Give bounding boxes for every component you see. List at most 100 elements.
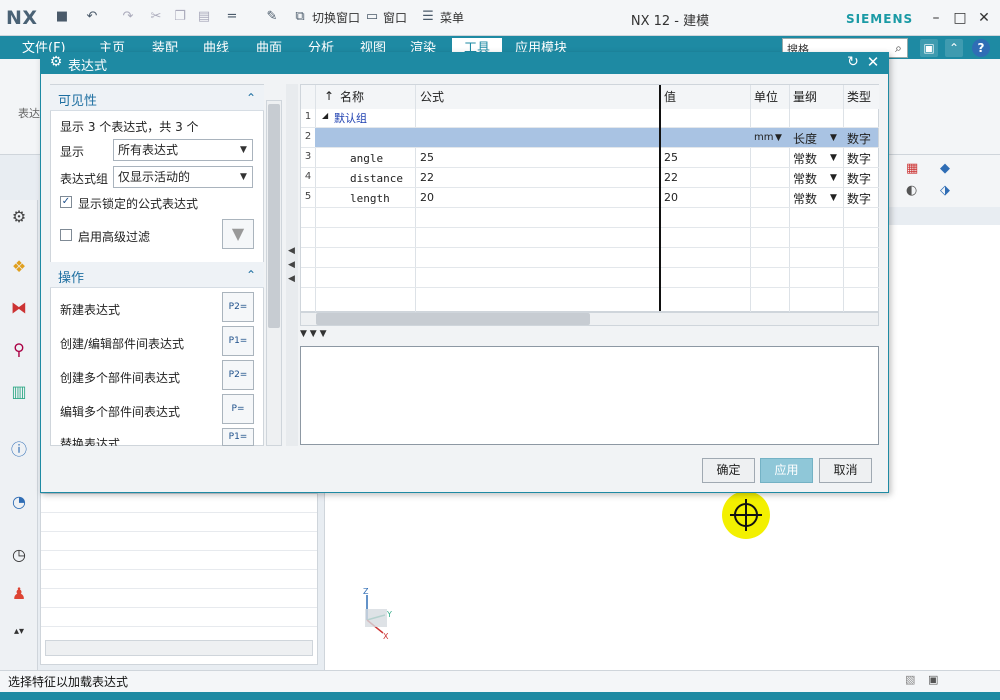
- command-finder-icon[interactable]: ✎: [264, 9, 280, 25]
- sort-arrow-icon[interactable]: ↑: [324, 89, 334, 103]
- action-create-multiple[interactable]: 创建多个部件间表达式: [60, 369, 180, 386]
- chevron-down-icon[interactable]: ▼: [830, 193, 837, 203]
- new-expression-icon[interactable]: P2=: [222, 292, 254, 322]
- list-item[interactable]: [41, 570, 317, 589]
- formula-toolbar-chevrons-icon[interactable]: ▼ ▼ ▼: [300, 329, 350, 343]
- redo-icon[interactable]: ↷: [120, 9, 136, 25]
- action-replace[interactable]: 替换表达式: [60, 435, 120, 446]
- sidebar-scroll-arrows[interactable]: ▴▾: [7, 620, 31, 644]
- expression-name[interactable]: distance: [350, 172, 403, 185]
- expand-caret-icon[interactable]: ◢: [322, 111, 328, 120]
- table-scroll-thumb[interactable]: [316, 313, 590, 325]
- render-style-icon[interactable]: ◐: [906, 183, 917, 198]
- list-item[interactable]: [41, 608, 317, 627]
- action-edit-interpart[interactable]: 创建/编辑部件间表达式: [60, 335, 184, 352]
- dialog-title-bar[interactable]: [40, 52, 889, 74]
- column-header-name[interactable]: 名称: [340, 85, 364, 109]
- show-select[interactable]: 所有表达式 ▼: [113, 139, 253, 161]
- ok-button[interactable]: 确定: [702, 458, 755, 483]
- assembly-navigator-icon[interactable]: ❖: [7, 255, 31, 279]
- group-name[interactable]: 默认组: [334, 110, 367, 126]
- close-icon[interactable]: ✕: [865, 54, 881, 70]
- undo-icon[interactable]: ↶: [84, 9, 100, 25]
- chevron-down-icon[interactable]: ▼: [830, 133, 837, 143]
- advanced-filter-checkbox[interactable]: [60, 229, 72, 241]
- visibility-section-header[interactable]: 可见性 ⌃: [50, 85, 264, 111]
- collapse-left-icon[interactable]: ◀: [288, 246, 295, 256]
- settings-icon[interactable]: ⚙: [7, 205, 31, 229]
- cube-icon[interactable]: ◆: [940, 161, 950, 176]
- reuse-library-icon[interactable]: ▥: [7, 380, 31, 404]
- navigator-scrollbar[interactable]: [45, 640, 313, 656]
- maximize-button[interactable]: □: [951, 9, 969, 27]
- collapse-caret-icon[interactable]: ⌃: [246, 268, 256, 282]
- apply-button[interactable]: 应用: [760, 458, 813, 483]
- window-menu-button[interactable]: 窗口: [383, 8, 407, 28]
- collapse-left-icon[interactable]: ◀: [288, 274, 295, 284]
- layer-icon[interactable]: ▦: [906, 161, 918, 176]
- create-multiple-icon[interactable]: P2=: [222, 360, 254, 390]
- left-panel-scroll-thumb[interactable]: [268, 104, 280, 328]
- roles-icon[interactable]: ♟: [7, 582, 31, 606]
- part-navigator-icon[interactable]: ⚲: [7, 338, 31, 362]
- chevron-down-icon[interactable]: ▼: [830, 153, 837, 163]
- column-header-unit[interactable]: 单位: [754, 85, 778, 109]
- window-layout-icon[interactable]: ▣: [920, 39, 938, 57]
- list-item[interactable]: [41, 494, 317, 513]
- orient-view-icon[interactable]: ⬗: [940, 183, 950, 198]
- actions-section-header[interactable]: 操作 ⌃: [50, 262, 264, 288]
- expression-dimension[interactable]: 常数: [793, 170, 817, 187]
- cancel-button[interactable]: 取消: [819, 458, 872, 483]
- repeat-icon[interactable]: =: [224, 9, 240, 25]
- list-item[interactable]: [41, 551, 317, 570]
- save-icon[interactable]: ■: [54, 9, 70, 25]
- expression-type[interactable]: 数字: [847, 190, 871, 207]
- column-header-dimension[interactable]: 量纲: [793, 85, 817, 109]
- list-item[interactable]: [41, 589, 317, 608]
- menu-icon[interactable]: ☰: [420, 9, 436, 25]
- chevron-down-icon[interactable]: ▼: [830, 173, 837, 183]
- clock-icon[interactable]: ◷: [7, 543, 31, 567]
- expression-name[interactable]: length: [350, 192, 390, 205]
- interpart-expression-icon[interactable]: P1=: [222, 326, 254, 356]
- expression-formula[interactable]: 25: [420, 151, 434, 164]
- expression-type[interactable]: 数字: [847, 150, 871, 167]
- edit-multiple-icon[interactable]: P=: [222, 394, 254, 424]
- group-select[interactable]: 仅显示活动的 ▼: [113, 166, 253, 188]
- column-header-formula[interactable]: 公式: [420, 85, 444, 109]
- search-icon[interactable]: ⌕: [890, 39, 907, 57]
- fullscreen-icon[interactable]: ▣: [928, 673, 944, 689]
- expression-name[interactable]: angle: [350, 152, 383, 165]
- unit-select[interactable]: mm: [754, 132, 773, 143]
- web-browser-icon[interactable]: ⓘ: [7, 438, 31, 462]
- type-cell[interactable]: 数字: [847, 130, 871, 147]
- expression-dimension[interactable]: 常数: [793, 190, 817, 207]
- collapse-caret-icon[interactable]: ⌃: [246, 91, 256, 105]
- cut-icon[interactable]: ✂: [148, 9, 164, 25]
- replace-expression-icon[interactable]: P1=: [222, 428, 254, 446]
- chevron-down-icon[interactable]: ▼: [775, 133, 782, 143]
- window-icon[interactable]: ▭: [364, 9, 380, 25]
- action-edit-multiple[interactable]: 编辑多个部件间表达式: [60, 403, 180, 420]
- copy-icon[interactable]: ❐: [172, 9, 188, 25]
- formula-editor[interactable]: [300, 346, 879, 445]
- list-item[interactable]: [41, 532, 317, 551]
- column-header-value[interactable]: 值: [664, 85, 676, 109]
- minimize-button[interactable]: –: [927, 9, 945, 27]
- expression-dimension[interactable]: 常数: [793, 150, 817, 167]
- filter-icon[interactable]: ▼: [222, 219, 254, 249]
- switch-window-icon[interactable]: ⧉: [292, 9, 308, 25]
- dimension-select[interactable]: 长度: [793, 130, 817, 147]
- locked-formula-checkbox[interactable]: ✓: [60, 196, 72, 208]
- selection-icon[interactable]: ▧: [905, 673, 921, 689]
- expression-formula[interactable]: 20: [420, 191, 434, 204]
- action-new-expression[interactable]: 新建表达式: [60, 301, 120, 318]
- list-item[interactable]: [41, 513, 317, 532]
- history-icon[interactable]: ◔: [7, 490, 31, 514]
- collapse-left-icon[interactable]: ◀: [288, 260, 295, 270]
- expression-formula[interactable]: 22: [420, 171, 434, 184]
- reset-icon[interactable]: ↻: [845, 54, 861, 70]
- expression-type[interactable]: 数字: [847, 170, 871, 187]
- close-window-button[interactable]: ✕: [975, 9, 993, 27]
- constraint-navigator-icon[interactable]: ⧓: [7, 296, 31, 320]
